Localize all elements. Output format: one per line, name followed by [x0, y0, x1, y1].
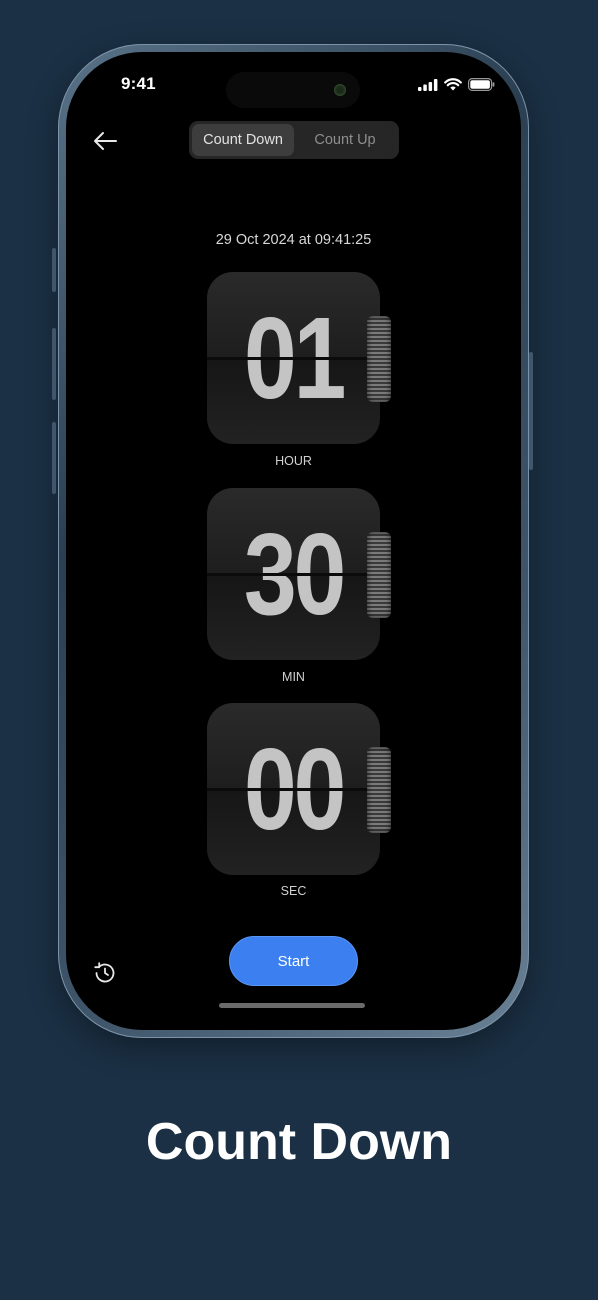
- seconds-scroll-wheel[interactable]: [367, 747, 391, 833]
- cellular-signal-icon: [418, 78, 438, 91]
- minutes-flip-card[interactable]: 30: [207, 488, 380, 660]
- volume-up-button: [52, 328, 56, 400]
- volume-down-button: [52, 422, 56, 494]
- hours-label: HOUR: [275, 454, 312, 468]
- home-indicator: [219, 1003, 365, 1008]
- wifi-icon: [444, 78, 462, 91]
- power-button: [529, 352, 533, 470]
- seconds-label: SEC: [280, 884, 307, 898]
- flip-divider: [207, 573, 380, 576]
- phone-screen: 9:41 Count Down Count Up 29 Oct 2024 at …: [66, 52, 521, 1030]
- start-button[interactable]: Start: [229, 936, 358, 986]
- flip-divider: [207, 788, 380, 791]
- seconds-picker: 00 SEC: [207, 703, 392, 898]
- history-button[interactable]: [92, 960, 118, 986]
- hours-picker: 01 HOUR: [207, 272, 392, 468]
- back-button[interactable]: [92, 130, 118, 152]
- mode-segmented-control: Count Down Count Up: [189, 121, 399, 159]
- hours-flip-card[interactable]: 01: [207, 272, 380, 444]
- seconds-flip-card[interactable]: 00: [207, 703, 380, 875]
- minutes-label: MIN: [282, 670, 305, 684]
- tab-count-down[interactable]: Count Down: [192, 124, 294, 156]
- status-icons: [418, 78, 495, 91]
- minutes-scroll-wheel[interactable]: [367, 532, 391, 618]
- minutes-picker: 30 MIN: [207, 488, 392, 684]
- stage: 9:41 Count Down Count Up 29 Oct 2024 at …: [0, 0, 598, 1300]
- history-icon: [94, 962, 115, 983]
- battery-icon: [468, 78, 495, 91]
- hours-scroll-wheel[interactable]: [367, 316, 391, 402]
- target-datetime: 29 Oct 2024 at 09:41:25: [215, 232, 372, 248]
- tab-count-up[interactable]: Count Up: [294, 124, 396, 156]
- action-button: [52, 248, 56, 292]
- status-time: 9:41: [121, 74, 156, 93]
- front-camera: [334, 84, 346, 96]
- flip-divider: [207, 357, 380, 360]
- arrow-left-icon: [94, 132, 117, 150]
- promo-caption: Count Down: [145, 1113, 453, 1171]
